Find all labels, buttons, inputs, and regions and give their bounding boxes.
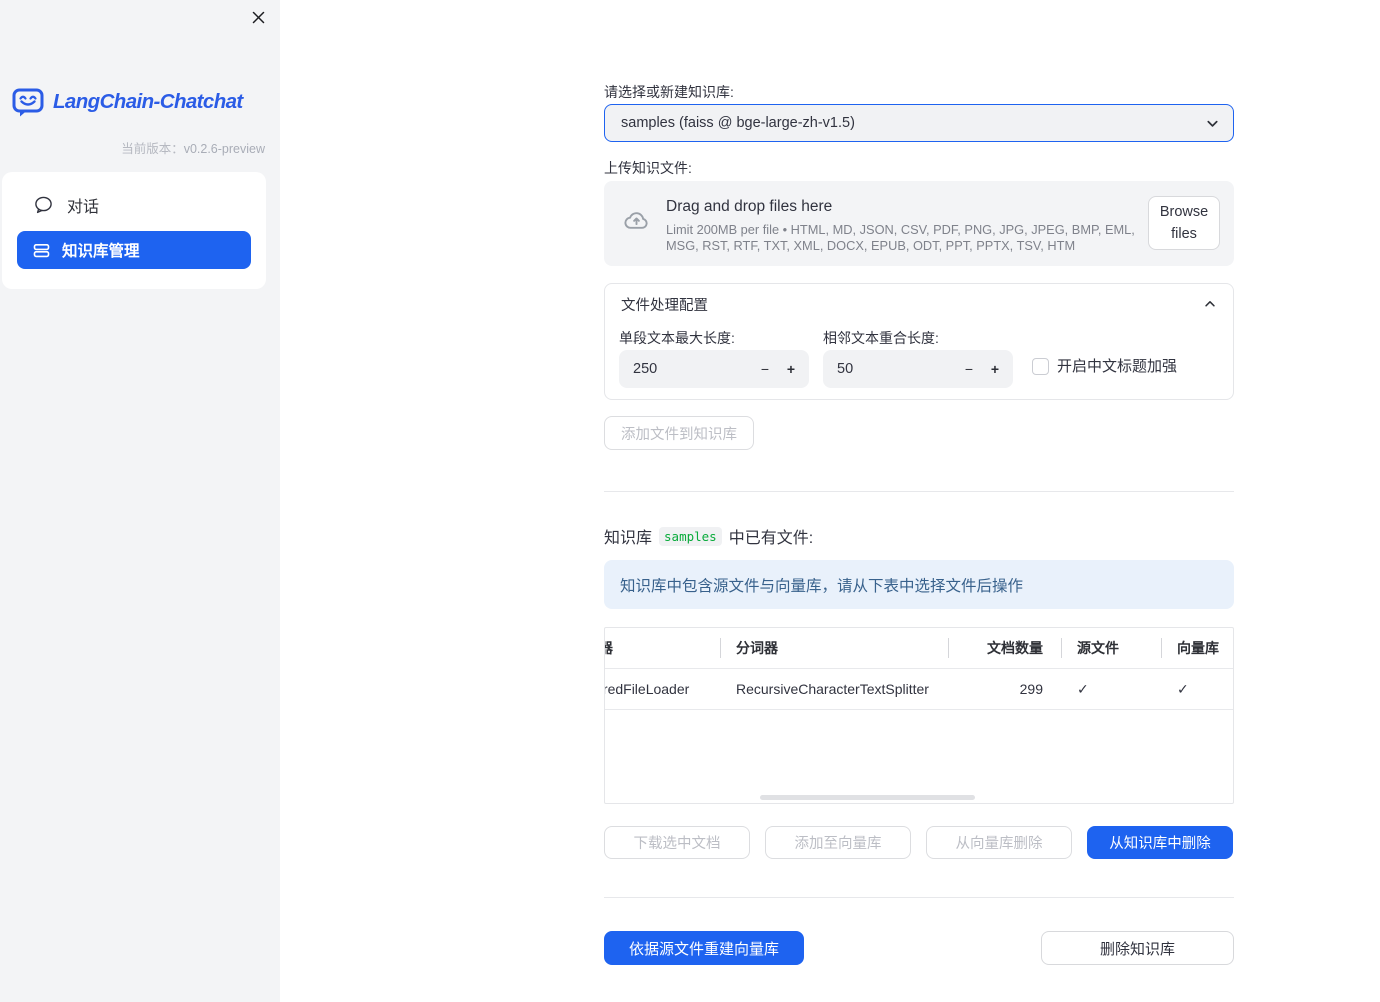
version-info: 当前版本：v0.2.6-preview [121, 138, 265, 157]
sidebar-item-label: 知识库管理 [62, 243, 140, 260]
chunk-size-value: 250 [633, 361, 658, 377]
file-config-expander: 文件处理配置 单段文本最大长度: 相邻文本重合长度: 250 − + 50 − … [604, 283, 1234, 400]
file-action-buttons: 下载选中文档 添加至向量库 从向量库删除 从知识库中删除 [604, 826, 1233, 859]
chevron-down-icon [1207, 120, 1218, 127]
add-files-to-kb-button[interactable]: 添加文件到知识库 [604, 416, 754, 450]
column-header-doc-count: 文档数量 [948, 638, 1061, 658]
cell-doc-count: 299 [1019, 681, 1043, 697]
delete-kb-database-button[interactable]: 删除知识库 [1041, 931, 1234, 965]
cell-splitter: RecursiveCharacterTextSplitter [736, 681, 929, 697]
kb-files-prefix: 知识库 [604, 530, 653, 547]
chat-bubble-icon [35, 196, 52, 214]
sidebar-item-label: 对话 [67, 199, 100, 216]
chunk-size-input[interactable]: 250 − + [619, 350, 809, 388]
app-logo: LangChain-Chatchat [11, 85, 243, 119]
dropzone-limit-text: Limit 200MB per file • HTML, MD, JSON, C… [666, 222, 1135, 253]
table-row[interactable]: UnstructuredFileLoader RecursiveCharacte… [604, 668, 1233, 710]
sidebar-item-dialogue[interactable]: 对话 [17, 186, 251, 224]
table-horizontal-scrollbar[interactable] [760, 795, 975, 800]
kb-selectbox[interactable]: samples (faiss @ bge-large-zh-v1.5) [604, 104, 1234, 142]
column-header-source-file: 源文件 [1061, 638, 1161, 658]
chunk-size-decrement-button[interactable]: − [753, 350, 777, 388]
chunk-size-increment-button[interactable]: + [779, 350, 803, 388]
version-value: v0.2.6-preview [183, 142, 265, 156]
kb-files-table-inner: 文档加载器 分词器 文档数量 源文件 向量库 UnstructuredFileL… [604, 628, 1233, 710]
kb-files-table: 文档加载器 分词器 文档数量 源文件 向量库 UnstructuredFileL… [604, 627, 1234, 804]
upload-label: 上传知识文件: [604, 160, 692, 176]
download-selected-button[interactable]: 下载选中文档 [604, 826, 750, 859]
overlap-label: 相邻文本重合长度: [823, 330, 939, 346]
kb-files-heading: 知识库 samples 中已有文件: [604, 524, 813, 548]
divider [604, 897, 1234, 898]
main-content: 请选择或新建知识库: samples (faiss @ bge-large-zh… [604, 0, 1234, 1002]
kb-name-chip: samples [659, 526, 722, 546]
divider [604, 491, 1234, 492]
file-dropzone[interactable]: Drag and drop files here Limit 200MB per… [604, 181, 1234, 266]
delete-from-kb-button[interactable]: 从知识库中删除 [1087, 826, 1233, 859]
zh-title-enhance-checkbox[interactable] [1032, 358, 1049, 375]
stack-icon [33, 243, 50, 257]
logo-chat-smiley-icon [12, 88, 44, 117]
column-header-splitter: 分词器 [720, 638, 948, 658]
overlap-decrement-button[interactable]: − [957, 350, 981, 388]
sidebar-menu: 对话 知识库管理 [2, 172, 266, 289]
overlap-input[interactable]: 50 − + [823, 350, 1013, 388]
cell-source-file-check: ✓ [1077, 680, 1089, 697]
sidebar-close-button[interactable] [247, 6, 269, 28]
browse-files-button[interactable]: Browse files [1148, 196, 1220, 250]
rebuild-vector-db-button[interactable]: 依据源文件重建向量库 [604, 931, 804, 965]
add-to-vector-db-button[interactable]: 添加至向量库 [765, 826, 911, 859]
info-alert-text: 知识库中包含源文件与向量库，请从下表中选择文件后操作 [620, 577, 1024, 595]
version-label: 当前版本： [121, 142, 184, 156]
overlap-value: 50 [837, 361, 854, 377]
logo-text: LangChain-Chatchat [53, 90, 243, 113]
file-config-expander-header[interactable]: 文件处理配置 [605, 284, 1233, 324]
sidebar-item-kb-management[interactable]: 知识库管理 [17, 231, 251, 269]
cell-loader: UnstructuredFileLoader [604, 681, 690, 697]
column-header-loader: 文档加载器 [605, 638, 720, 658]
info-alert: 知识库中包含源文件与向量库，请从下表中选择文件后操作 [604, 560, 1234, 609]
chevron-up-icon [1205, 301, 1215, 307]
close-icon [252, 11, 264, 23]
app-root: LangChain-Chatchat 当前版本：v0.2.6-preview 对… [0, 0, 1380, 1002]
zh-title-enhance-label: 开启中文标题加强 [1057, 358, 1178, 375]
file-config-title: 文件处理配置 [621, 297, 708, 314]
delete-from-vector-db-button[interactable]: 从向量库删除 [926, 826, 1072, 859]
overlap-increment-button[interactable]: + [983, 350, 1007, 388]
upload-cloud-icon [624, 212, 648, 229]
dropzone-title: Drag and drop files here [666, 198, 833, 215]
kb-select-label: 请选择或新建知识库: [604, 84, 734, 100]
kb-files-suffix: 中已有文件: [728, 530, 814, 547]
table-header-row: 文档加载器 分词器 文档数量 源文件 向量库 [605, 628, 1233, 668]
column-header-vector-db: 向量库 [1161, 638, 1233, 658]
chunk-size-label: 单段文本最大长度: [619, 330, 735, 346]
kb-selectbox-value: samples (faiss @ bge-large-zh-v1.5) [621, 115, 855, 131]
cell-vector-db-check: ✓ [1177, 680, 1189, 697]
sidebar: LangChain-Chatchat 当前版本：v0.2.6-preview 对… [0, 0, 280, 1002]
